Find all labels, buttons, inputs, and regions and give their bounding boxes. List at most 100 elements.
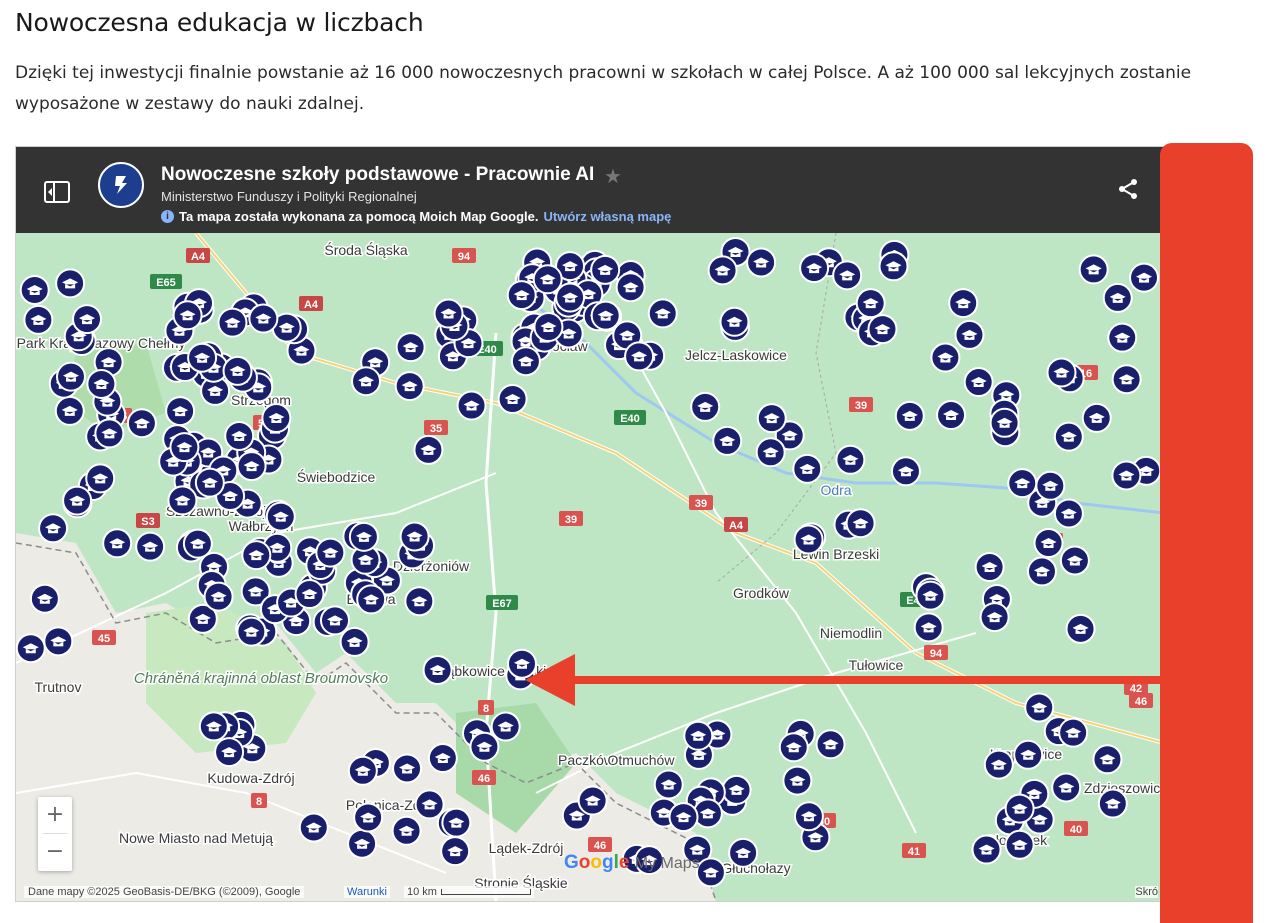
school-marker[interactable]	[203, 581, 234, 612]
school-marker[interactable]	[532, 264, 563, 295]
school-marker[interactable]	[241, 540, 272, 571]
school-marker[interactable]	[974, 552, 1005, 583]
school-marker[interactable]	[72, 304, 103, 335]
school-marker[interactable]	[782, 765, 813, 796]
school-marker[interactable]	[983, 749, 1014, 780]
school-marker[interactable]	[894, 400, 925, 431]
shortcuts-link[interactable]: Skró	[1135, 886, 1158, 898]
school-marker[interactable]	[712, 425, 743, 456]
school-marker[interactable]	[963, 367, 994, 398]
school-marker[interactable]	[85, 463, 116, 494]
school-marker[interactable]	[236, 616, 267, 647]
school-marker[interactable]	[86, 368, 117, 399]
school-marker[interactable]	[23, 304, 54, 335]
school-marker[interactable]	[102, 528, 133, 559]
school-marker[interactable]	[347, 828, 378, 859]
school-marker[interactable]	[792, 453, 823, 484]
school-marker[interactable]	[668, 802, 699, 833]
school-marker[interactable]	[392, 753, 423, 784]
school-marker[interactable]	[490, 711, 521, 742]
school-marker[interactable]	[721, 774, 752, 805]
school-marker[interactable]	[1053, 421, 1084, 452]
school-marker[interactable]	[165, 396, 196, 427]
school-marker[interactable]	[1102, 282, 1133, 313]
school-marker[interactable]	[890, 456, 921, 487]
school-marker[interactable]	[835, 444, 866, 475]
school-marker[interactable]	[55, 361, 86, 392]
school-marker[interactable]	[1046, 357, 1077, 388]
school-marker[interactable]	[1004, 793, 1035, 824]
sidebar-toggle-icon[interactable]	[44, 181, 70, 203]
school-marker[interactable]	[414, 789, 445, 820]
school-marker[interactable]	[615, 272, 646, 303]
school-marker[interactable]	[506, 648, 537, 679]
school-marker[interactable]	[182, 528, 213, 559]
school-marker[interactable]	[399, 521, 430, 552]
school-marker[interactable]	[510, 346, 541, 377]
school-marker[interactable]	[1111, 460, 1142, 491]
school-marker[interactable]	[1007, 468, 1038, 499]
school-marker[interactable]	[224, 420, 255, 451]
school-marker[interactable]	[913, 612, 944, 643]
school-marker[interactable]	[690, 391, 721, 422]
school-marker[interactable]	[832, 260, 863, 291]
school-marker[interactable]	[172, 300, 203, 331]
school-marker[interactable]	[954, 319, 985, 350]
school-marker[interactable]	[29, 583, 60, 614]
school-marker[interactable]	[294, 579, 325, 610]
school-marker[interactable]	[989, 407, 1020, 438]
school-marker[interactable]	[1078, 254, 1109, 285]
school-marker[interactable]	[441, 807, 472, 838]
school-marker[interactable]	[55, 268, 86, 299]
school-marker[interactable]	[391, 815, 422, 846]
school-marker[interactable]	[1053, 498, 1084, 529]
school-marker[interactable]	[1026, 556, 1057, 587]
school-marker[interactable]	[683, 720, 714, 751]
school-marker[interactable]	[1035, 470, 1066, 501]
school-marker[interactable]	[62, 485, 93, 516]
school-marker[interactable]	[778, 732, 809, 763]
school-marker[interactable]	[469, 731, 500, 762]
school-marker[interactable]	[756, 403, 787, 434]
school-marker[interactable]	[793, 524, 824, 555]
zoom-out-button[interactable]: −	[38, 834, 72, 870]
school-marker[interactable]	[1129, 262, 1160, 293]
school-marker[interactable]	[319, 605, 350, 636]
school-marker[interactable]	[497, 383, 528, 414]
school-marker[interactable]	[187, 342, 218, 373]
school-marker[interactable]	[394, 371, 425, 402]
school-marker[interactable]	[353, 802, 384, 833]
school-marker[interactable]	[194, 467, 225, 498]
terms-link[interactable]: Warunki	[344, 886, 390, 898]
map-embed[interactable]: Nowoczesne szkoły podstawowe - Pracownie…	[15, 146, 1165, 902]
school-marker[interactable]	[456, 390, 487, 421]
school-marker[interactable]	[404, 586, 435, 617]
school-marker[interactable]	[198, 711, 229, 742]
school-marker[interactable]	[1107, 322, 1138, 353]
school-marker[interactable]	[878, 251, 909, 282]
school-marker[interactable]	[356, 584, 387, 615]
school-marker[interactable]	[236, 451, 267, 482]
school-marker[interactable]	[1058, 717, 1089, 748]
school-marker[interactable]	[16, 633, 46, 664]
school-marker[interactable]	[413, 434, 444, 465]
school-marker[interactable]	[1033, 528, 1064, 559]
school-marker[interactable]	[815, 729, 846, 760]
school-marker[interactable]	[1065, 613, 1096, 644]
school-marker[interactable]	[1081, 402, 1112, 433]
school-marker[interactable]	[347, 755, 378, 786]
school-marker[interactable]	[793, 801, 824, 832]
map-svg[interactable]: Środa ŚląskaWrocławJelcz-LaskowicePark K…	[16, 233, 1164, 901]
school-marker[interactable]	[422, 654, 453, 685]
school-marker[interactable]	[222, 355, 253, 386]
school-marker[interactable]	[348, 521, 379, 552]
school-marker[interactable]	[169, 432, 200, 463]
school-marker[interactable]	[555, 282, 586, 313]
school-marker[interactable]	[692, 798, 723, 829]
school-marker[interactable]	[506, 280, 537, 311]
school-marker[interactable]	[653, 769, 684, 800]
map-canvas[interactable]: Środa ŚląskaWrocławJelcz-LaskowicePark K…	[16, 233, 1164, 901]
school-marker[interactable]	[217, 307, 248, 338]
school-marker[interactable]	[577, 785, 608, 816]
school-marker[interactable]	[1004, 829, 1035, 860]
